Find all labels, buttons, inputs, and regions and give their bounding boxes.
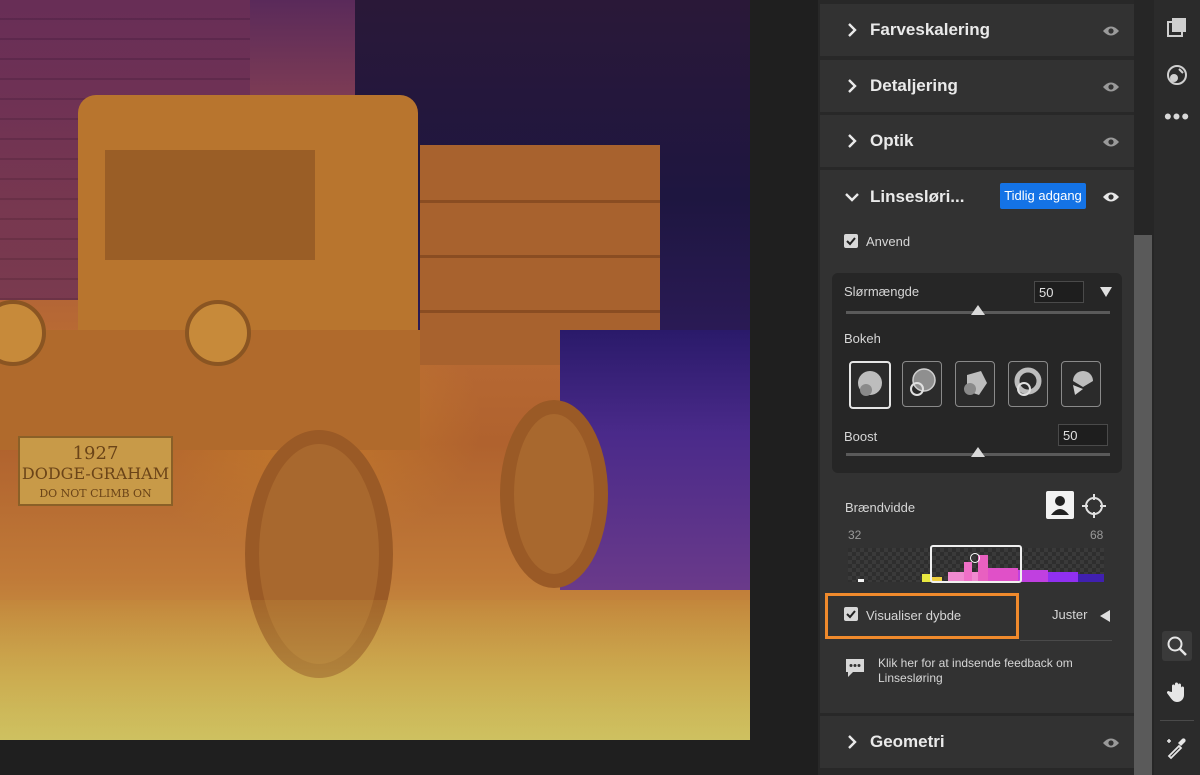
hand-icon[interactable] (1162, 677, 1192, 707)
truck-window (105, 150, 315, 260)
layers-icon[interactable] (1162, 12, 1192, 42)
blur-amount-label: Slørmængde (844, 284, 920, 299)
section-title: Optik (870, 131, 914, 150)
divider (1020, 640, 1112, 641)
triangle-down-icon[interactable] (1100, 285, 1112, 303)
bokeh-shape-polygon[interactable] (955, 361, 995, 407)
apply-label: Anvend (866, 234, 911, 249)
chevron-right-icon (846, 133, 862, 149)
boost-input[interactable]: 50 (1058, 424, 1108, 446)
panel-scrollbar[interactable] (1134, 0, 1154, 775)
scrollbar-thumb[interactable] (1134, 235, 1152, 775)
license-plate: 1927 DODGE-GRAHAM DO NOT CLIMB ON (18, 436, 173, 506)
eye-icon[interactable] (1102, 81, 1120, 93)
histogram-bar (1018, 570, 1048, 582)
zoom-icon[interactable] (1162, 631, 1192, 661)
histogram-bar (1078, 574, 1104, 582)
adjustments-icon[interactable] (1162, 60, 1192, 90)
eye-icon[interactable] (1102, 737, 1120, 749)
bokeh-label: Bokeh (844, 331, 881, 346)
section-title: Detaljering (870, 76, 958, 95)
section-title: Farveskalering (870, 20, 991, 39)
eye-icon[interactable] (1102, 25, 1120, 37)
histogram-bar (858, 579, 864, 582)
plate-line: DO NOT CLIMB ON (39, 487, 152, 500)
right-toolbar: ••• (1154, 0, 1200, 775)
chevron-right-icon (846, 734, 862, 750)
plate-line: DODGE-GRAHAM (21, 464, 170, 483)
truck-wheel (500, 400, 608, 588)
blur-settings-panel: Slørmængde 50 Bokeh Boost 50 (832, 273, 1122, 473)
triangle-left-icon[interactable] (1099, 609, 1111, 627)
apply-checkbox[interactable] (844, 234, 858, 248)
bokeh-shape-cat-eye[interactable] (1061, 361, 1101, 407)
ground (0, 600, 750, 740)
visualize-depth-highlight (825, 593, 1019, 639)
range-min: 32 (848, 528, 862, 542)
section-geometri[interactable]: Geometri (820, 716, 1134, 768)
bokeh-shape-circle[interactable] (849, 361, 891, 409)
truck-bed-slat (420, 200, 660, 203)
feedback-icon[interactable] (844, 657, 866, 684)
section-farveskalering[interactable]: Farveskalering (820, 4, 1134, 56)
truck-bed-slat (420, 310, 660, 313)
boost-label: Boost (844, 429, 878, 444)
chevron-down-icon[interactable] (844, 190, 860, 208)
target-icon[interactable] (1081, 493, 1107, 524)
adjust-label[interactable]: Juster (1052, 607, 1087, 622)
depth-histogram[interactable] (848, 545, 1104, 583)
eye-icon[interactable] (1102, 191, 1120, 203)
truck-bed-slat (420, 255, 660, 258)
subject-select-icon[interactable] (1046, 491, 1074, 519)
section-optik[interactable]: Optik (820, 115, 1134, 167)
section-detaljering[interactable]: Detaljering (820, 60, 1134, 112)
boost-slider-thumb[interactable] (971, 447, 985, 457)
bokeh-shape-donut[interactable] (1008, 361, 1048, 407)
range-max: 68 (1090, 528, 1104, 542)
eye-icon[interactable] (1102, 136, 1120, 148)
feedback-link[interactable]: Klik her for at indsende feedback om Lin… (878, 656, 1098, 686)
blur-amount-slider-thumb[interactable] (971, 305, 985, 315)
focus-point-icon[interactable] (970, 553, 980, 563)
chevron-right-icon (846, 22, 862, 38)
focal-range-window[interactable] (930, 545, 1022, 583)
section-title: Geometri (870, 732, 945, 751)
image-canvas[interactable]: 1927 DODGE-GRAHAM DO NOT CLIMB ON (0, 0, 750, 740)
focal-range-label: Brændvidde (845, 500, 916, 515)
plate-line: 1927 (72, 443, 119, 464)
bokeh-shape-ring[interactable] (902, 361, 942, 407)
blur-amount-input[interactable]: 50 (1034, 281, 1084, 303)
section-title[interactable]: Linsesløri... (870, 187, 964, 207)
histogram-bar (1048, 572, 1078, 582)
divider (1160, 720, 1194, 721)
chevron-right-icon (846, 78, 862, 94)
truck-headlight (185, 300, 251, 366)
eyedropper-icon[interactable] (1162, 733, 1192, 763)
early-access-badge: Tidlig adgang (1000, 183, 1086, 209)
properties-panel: Farveskalering Detaljering Optik Linsesl… (818, 0, 1134, 775)
more-options-icon[interactable]: ••• (1162, 102, 1192, 132)
